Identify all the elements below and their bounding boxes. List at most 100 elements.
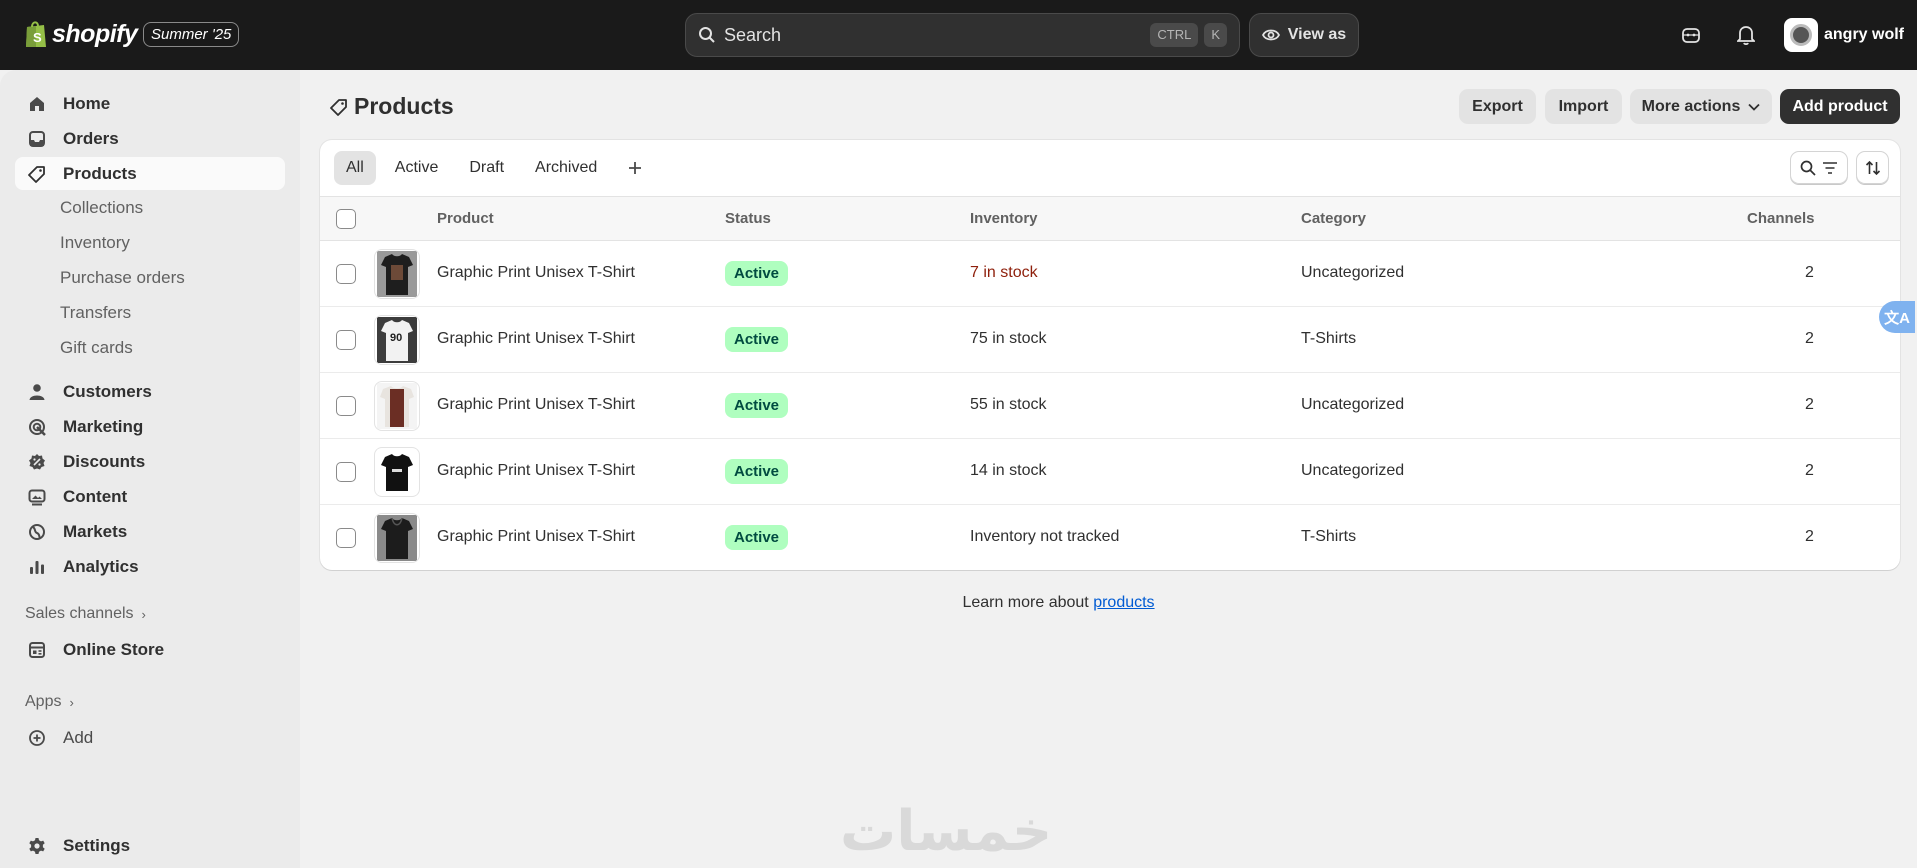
sidebar-item-add-app[interactable]: Add: [15, 721, 285, 754]
sidebar-item-markets[interactable]: Markets: [15, 515, 285, 548]
product-thumbnail: [374, 447, 420, 497]
sidebar-subitem-inventory[interactable]: Inventory: [60, 233, 130, 253]
sidebar-item-label: Analytics: [63, 556, 139, 576]
sidebar-item-products[interactable]: Products: [15, 157, 285, 190]
globe-icon: [27, 522, 47, 542]
column-header-channels[interactable]: Channels: [1747, 210, 1815, 227]
sidebar-item-settings[interactable]: Settings: [15, 829, 285, 862]
add-product-button[interactable]: Add product: [1780, 89, 1900, 124]
tab-active[interactable]: Active: [383, 151, 451, 185]
row-checkbox[interactable]: [336, 396, 356, 416]
translate-button[interactable]: 文A: [1879, 301, 1915, 333]
tab-draft[interactable]: Draft: [457, 151, 516, 185]
status-badge: Active: [725, 393, 789, 418]
table-tools: [1782, 151, 1889, 184]
shopify-logo[interactable]: S shopify: [24, 19, 138, 49]
channels-value: 2: [1805, 396, 1814, 413]
tab-all[interactable]: All: [334, 151, 376, 185]
sidebar-item-marketing[interactable]: Marketing: [15, 410, 285, 443]
sidebar-item-label: Home: [63, 93, 111, 113]
sidebar-item-customers[interactable]: Customers: [15, 375, 285, 408]
learn-more-prefix: Learn more about: [962, 594, 1094, 611]
chevron-down-icon: [1748, 103, 1760, 111]
inventory-value: 75 in stock: [970, 330, 1047, 347]
channels-value: 2: [1805, 462, 1814, 479]
page-title: Products: [330, 93, 454, 120]
row-checkbox[interactable]: [336, 462, 356, 482]
sidebar-item-label: Discounts: [63, 451, 146, 471]
target-icon: [27, 417, 47, 437]
export-button[interactable]: Export: [1459, 89, 1536, 124]
tab-archived[interactable]: Archived: [523, 151, 609, 185]
select-all-checkbox[interactable]: [336, 209, 356, 229]
eye-icon: [1261, 29, 1280, 41]
table-row[interactable]: Graphic Print Unisex T-Shirt Active 7 in…: [320, 241, 1900, 307]
sidebar-item-label: Content: [63, 486, 128, 506]
search-placeholder: Search: [724, 24, 782, 45]
status-badge: Active: [725, 459, 789, 484]
sidebar-item-label: Markets: [63, 521, 128, 541]
column-header-inventory[interactable]: Inventory: [970, 210, 1038, 227]
add-view-button[interactable]: [616, 151, 654, 185]
view-as-label: View as: [1287, 26, 1347, 43]
notifications-button[interactable]: [1732, 21, 1760, 49]
tag-icon: [27, 164, 47, 184]
sidebar-item-label: Online Store: [63, 639, 165, 659]
apps-section[interactable]: Apps ›: [25, 693, 74, 711]
sidebar-item-discounts[interactable]: Discounts: [15, 445, 285, 478]
products-help-link[interactable]: products: [1093, 594, 1154, 611]
sort-icon: [1865, 160, 1880, 175]
table-row[interactable]: Graphic Print Unisex T-Shirt Active Inve…: [320, 505, 1900, 570]
more-actions-button[interactable]: More actions: [1630, 89, 1772, 124]
tag-icon: [330, 98, 347, 116]
product-name[interactable]: Graphic Print Unisex T-Shirt: [437, 264, 635, 282]
channels-value: 2: [1805, 528, 1814, 545]
more-actions-label: More actions: [1641, 97, 1741, 115]
avatar: [1784, 18, 1818, 52]
import-button[interactable]: Import: [1545, 89, 1622, 124]
sidebar-subitem-gift-cards[interactable]: Gift cards: [60, 338, 133, 358]
inventory-value: 14 in stock: [970, 462, 1047, 479]
svg-text:S: S: [33, 30, 42, 45]
product-thumbnail: [374, 381, 420, 431]
sidebar-subitem-purchase-orders[interactable]: Purchase orders: [60, 268, 185, 288]
filter-icon: [1823, 161, 1837, 174]
view-as-button[interactable]: View as: [1249, 13, 1359, 57]
store-icon: [27, 640, 47, 660]
search-bar[interactable]: Search CTRL K: [685, 13, 1240, 57]
table-row[interactable]: 90 Graphic Print Unisex T-Shirt Active 7…: [320, 307, 1900, 373]
sidebar-item-home[interactable]: Home: [15, 87, 285, 120]
table-header: Product Status Inventory Category Channe…: [320, 196, 1900, 241]
category-value: T-Shirts: [1301, 528, 1357, 545]
search-filter-button[interactable]: [1790, 151, 1848, 184]
sort-button[interactable]: [1856, 151, 1889, 184]
sidebar-item-analytics[interactable]: Analytics: [15, 550, 285, 583]
watermark: خمسات: [840, 799, 1053, 862]
product-name[interactable]: Graphic Print Unisex T-Shirt: [437, 462, 635, 480]
sidebar-item-label: Settings: [63, 835, 131, 855]
table-row[interactable]: Graphic Print Unisex T-Shirt Active 14 i…: [320, 439, 1900, 505]
row-checkbox[interactable]: [336, 264, 356, 284]
image-icon: [27, 487, 47, 507]
sidebar-item-label: Add: [63, 727, 94, 747]
top-bar: S shopify Summer '25 Search CTRL K View …: [0, 0, 1917, 70]
sidebar-item-orders[interactable]: Orders: [15, 122, 285, 155]
inbox-icon: [27, 129, 47, 149]
table-row[interactable]: Graphic Print Unisex T-Shirt Active 55 i…: [320, 373, 1900, 439]
row-checkbox[interactable]: [336, 528, 356, 548]
sidebar-item-online-store[interactable]: Online Store: [15, 633, 285, 666]
view-tabs: All Active Draft Archived: [334, 151, 661, 185]
product-name[interactable]: Graphic Print Unisex T-Shirt: [437, 330, 635, 348]
sidebar-subitem-collections[interactable]: Collections: [60, 198, 143, 218]
product-name[interactable]: Graphic Print Unisex T-Shirt: [437, 528, 635, 546]
user-menu[interactable]: angry wolf: [1784, 18, 1904, 52]
sidebar-item-content[interactable]: Content: [15, 480, 285, 513]
product-name[interactable]: Graphic Print Unisex T-Shirt: [437, 396, 635, 414]
column-header-category[interactable]: Category: [1301, 210, 1366, 227]
sidebar-subitem-transfers[interactable]: Transfers: [60, 303, 131, 323]
edition-badge[interactable]: Summer '25: [143, 22, 240, 47]
store-assistant-button[interactable]: [1677, 21, 1705, 49]
column-header-product[interactable]: Product: [437, 210, 494, 227]
column-header-status[interactable]: Status: [725, 210, 771, 227]
row-checkbox[interactable]: [336, 330, 356, 350]
